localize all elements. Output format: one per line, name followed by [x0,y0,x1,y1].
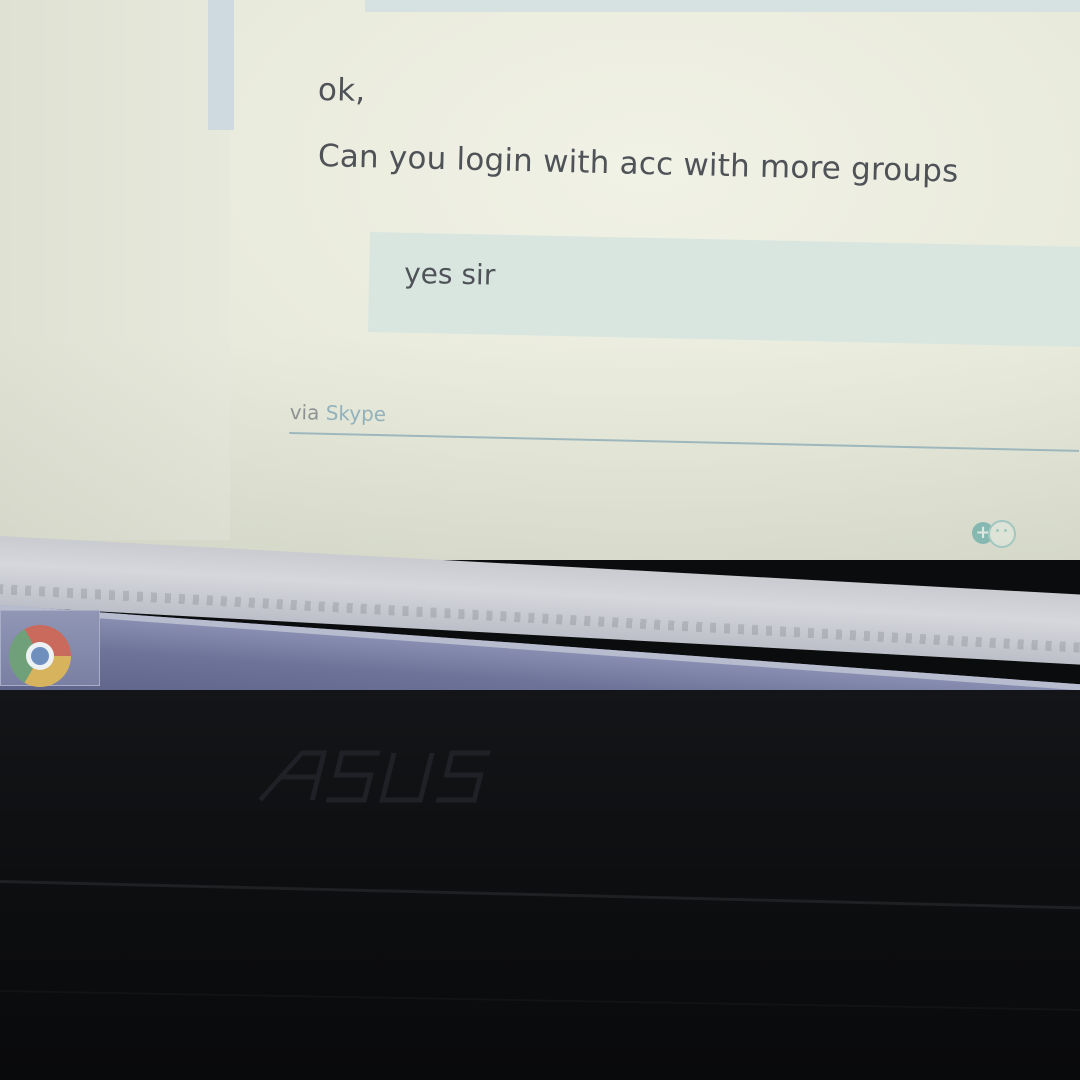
sidebar-scrollbar[interactable] [208,0,234,130]
message-source-footer: via Skype [289,400,1080,452]
via-prefix: via [289,400,320,425]
previous-message-bubble [365,0,1080,12]
add-emoticon-button[interactable]: + [972,518,1028,548]
reply-message-bubble: yes sir [367,232,1080,348]
taskbar-item-chrome[interactable] [0,610,100,687]
smiley-icon [988,520,1016,548]
reply-message-text: yes sir [403,256,496,292]
chat-message-ok: ok, [317,72,366,109]
conversation-sidebar [0,0,230,540]
chat-message-login-request: Can you login with acc with more groups [317,138,959,190]
asus-logo-s1 [325,750,381,803]
chrome-icon [9,625,71,687]
asus-logo-u [379,753,435,803]
asus-logo-s2 [435,750,491,803]
chat-window: ok, Can you login with acc with more gro… [0,0,1080,560]
skype-link[interactable]: Skype [325,401,386,426]
asus-logo [258,750,491,803]
photo-of-laptop-screen: ok, Can you login with acc with more gro… [0,0,1080,1080]
